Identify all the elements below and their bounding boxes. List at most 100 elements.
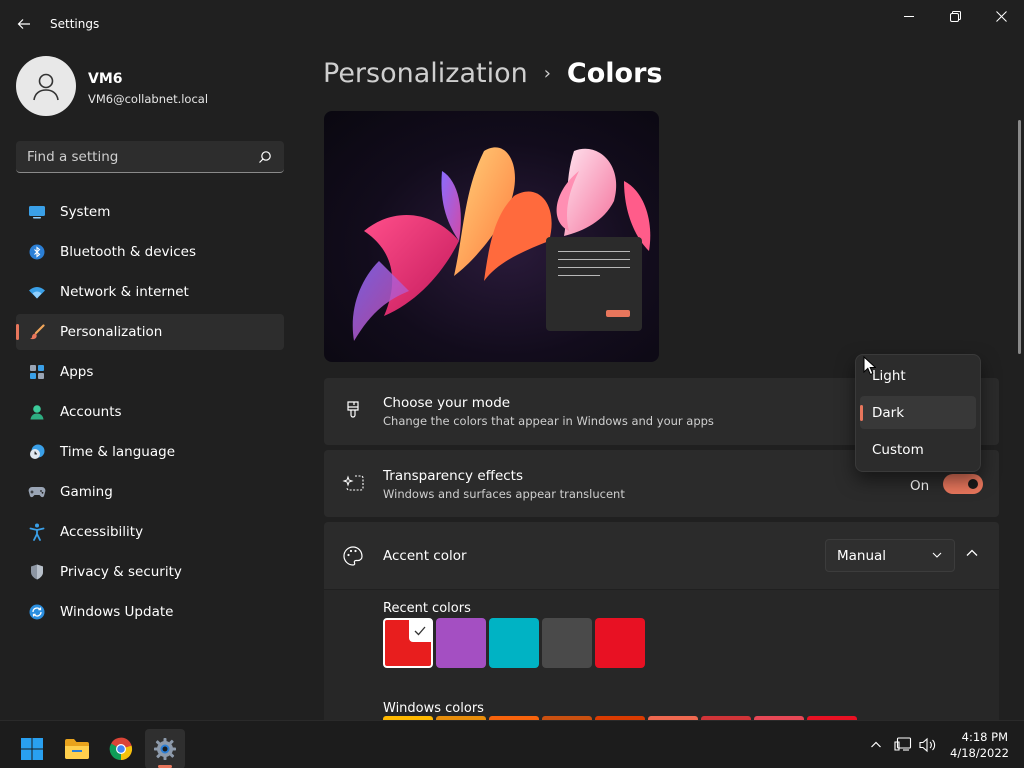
sidebar-item-system[interactable]: System (16, 194, 284, 230)
recent-color-swatch-5[interactable] (595, 618, 645, 668)
transparency-state-label: On (910, 478, 930, 494)
profile-name: VM6 (88, 71, 123, 87)
chevron-down-icon (932, 552, 942, 558)
mode-option-light[interactable]: Light (860, 359, 976, 392)
file-explorer-button[interactable] (57, 729, 97, 768)
recent-color-swatch-3[interactable] (489, 618, 539, 668)
sidebar-item-apps[interactable]: Apps (16, 354, 284, 390)
sidebar-item-label: Personalization (60, 324, 163, 340)
clock-date: 4/18/2022 (950, 746, 1009, 760)
sidebar-item-label: Bluetooth & devices (60, 244, 197, 260)
accent-mode-select[interactable]: Manual (825, 539, 955, 572)
time-language-icon (28, 443, 46, 461)
system-icon (28, 203, 46, 221)
transparency-description: Windows and surfaces appear translucent (383, 487, 625, 501)
back-button[interactable] (10, 10, 38, 38)
recent-color-swatch-1[interactable] (383, 618, 433, 668)
gaming-icon (28, 483, 46, 501)
sidebar-item-label: System (60, 204, 111, 220)
search-icon (259, 151, 271, 163)
theme-preview (324, 111, 659, 362)
palette-icon (342, 545, 364, 567)
minimize-icon (903, 15, 914, 17)
user-profile[interactable]: VM6 VM6@collabnet.local (16, 56, 286, 118)
app-title: Settings (50, 17, 100, 31)
shield-icon (28, 563, 46, 581)
sidebar-item-label: Accessibility (60, 524, 144, 540)
minimize-button[interactable] (886, 0, 932, 32)
sidebar-nav: System Bluetooth & devices Network & int… (16, 194, 284, 634)
recent-color-swatch-4[interactable] (542, 618, 592, 668)
accent-color-card[interactable]: Accent color Manual (324, 522, 999, 589)
chevron-up-icon (871, 741, 881, 748)
sidebar-item-label: Windows Update (60, 604, 174, 620)
sidebar-item-label: Apps (60, 364, 94, 380)
restore-icon (949, 10, 961, 22)
sidebar-item-accounts[interactable]: Accounts (16, 394, 284, 430)
toggle-knob (968, 479, 978, 489)
sidebar-item-time-language[interactable]: Time & language (16, 434, 284, 470)
start-button[interactable] (12, 729, 52, 768)
brush-icon (28, 323, 46, 341)
close-button[interactable] (978, 0, 1024, 32)
wifi-icon (28, 283, 46, 301)
chrome-button[interactable] (101, 729, 141, 768)
gear-icon (154, 738, 176, 760)
preview-line (558, 267, 630, 268)
sidebar-item-gaming[interactable]: Gaming (16, 474, 284, 510)
windows-colors-label: Windows colors (383, 701, 484, 716)
accent-mode-value: Manual (837, 548, 887, 564)
mouse-cursor-icon (863, 356, 876, 376)
sidebar-item-network[interactable]: Network & internet (16, 274, 284, 310)
mode-option-dark[interactable]: Dark (860, 396, 976, 429)
settings-taskbar-button[interactable] (145, 729, 185, 768)
paint-brush-icon (342, 400, 364, 422)
sidebar-item-label: Privacy & security (60, 564, 182, 580)
preview-line (558, 259, 630, 260)
volume-tray-icon[interactable] (918, 735, 938, 755)
taskbar: 4:18 PM 4/18/2022 (0, 720, 1024, 768)
sidebar-item-privacy[interactable]: Privacy & security (16, 554, 284, 590)
sidebar-item-label: Network & internet (60, 284, 189, 300)
restore-button[interactable] (932, 0, 978, 32)
chrome-icon (109, 737, 133, 761)
breadcrumb-separator: › (543, 63, 551, 84)
title-bar: Settings (0, 0, 1024, 48)
recent-color-swatch-2[interactable] (436, 618, 486, 668)
sidebar-item-personalization[interactable]: Personalization (16, 314, 284, 350)
close-icon (995, 10, 1007, 22)
breadcrumb-parent[interactable]: Personalization (323, 58, 528, 89)
network-tray-icon[interactable] (893, 735, 913, 755)
ethernet-icon (894, 737, 912, 751)
preview-line (558, 275, 600, 276)
mode-description: Change the colors that appear in Windows… (383, 414, 714, 428)
windows-logo-icon (21, 738, 43, 760)
checkmark-icon (414, 626, 426, 636)
transparency-toggle[interactable] (943, 474, 983, 494)
accessibility-icon (28, 523, 46, 541)
update-icon (28, 603, 46, 621)
search-placeholder: Find a setting (27, 149, 119, 165)
user-icon (33, 73, 59, 101)
folder-icon (65, 739, 89, 759)
avatar (16, 56, 76, 116)
selected-indicator (409, 620, 431, 642)
scrollbar[interactable] (1018, 120, 1021, 354)
mode-title: Choose your mode (383, 395, 511, 411)
chevron-up-icon[interactable] (965, 546, 979, 560)
sidebar-item-accessibility[interactable]: Accessibility (16, 514, 284, 550)
clock-time: 4:18 PM (961, 730, 1008, 744)
preview-sample-window (546, 237, 642, 331)
speaker-icon (919, 737, 936, 753)
accounts-icon (28, 403, 46, 421)
bluetooth-icon (28, 243, 46, 261)
accent-color-panel: Recent colors Windows colors (324, 590, 999, 722)
show-hidden-icons-button[interactable] (866, 735, 886, 755)
mode-option-custom[interactable]: Custom (860, 433, 976, 466)
preview-accent-button (606, 310, 630, 317)
page-title: Colors (566, 58, 663, 89)
sidebar-item-windows-update[interactable]: Windows Update (16, 594, 284, 630)
search-input[interactable]: Find a setting (16, 141, 284, 173)
sidebar-item-bluetooth[interactable]: Bluetooth & devices (16, 234, 284, 270)
taskbar-clock[interactable]: 4:18 PM 4/18/2022 (950, 729, 1009, 761)
